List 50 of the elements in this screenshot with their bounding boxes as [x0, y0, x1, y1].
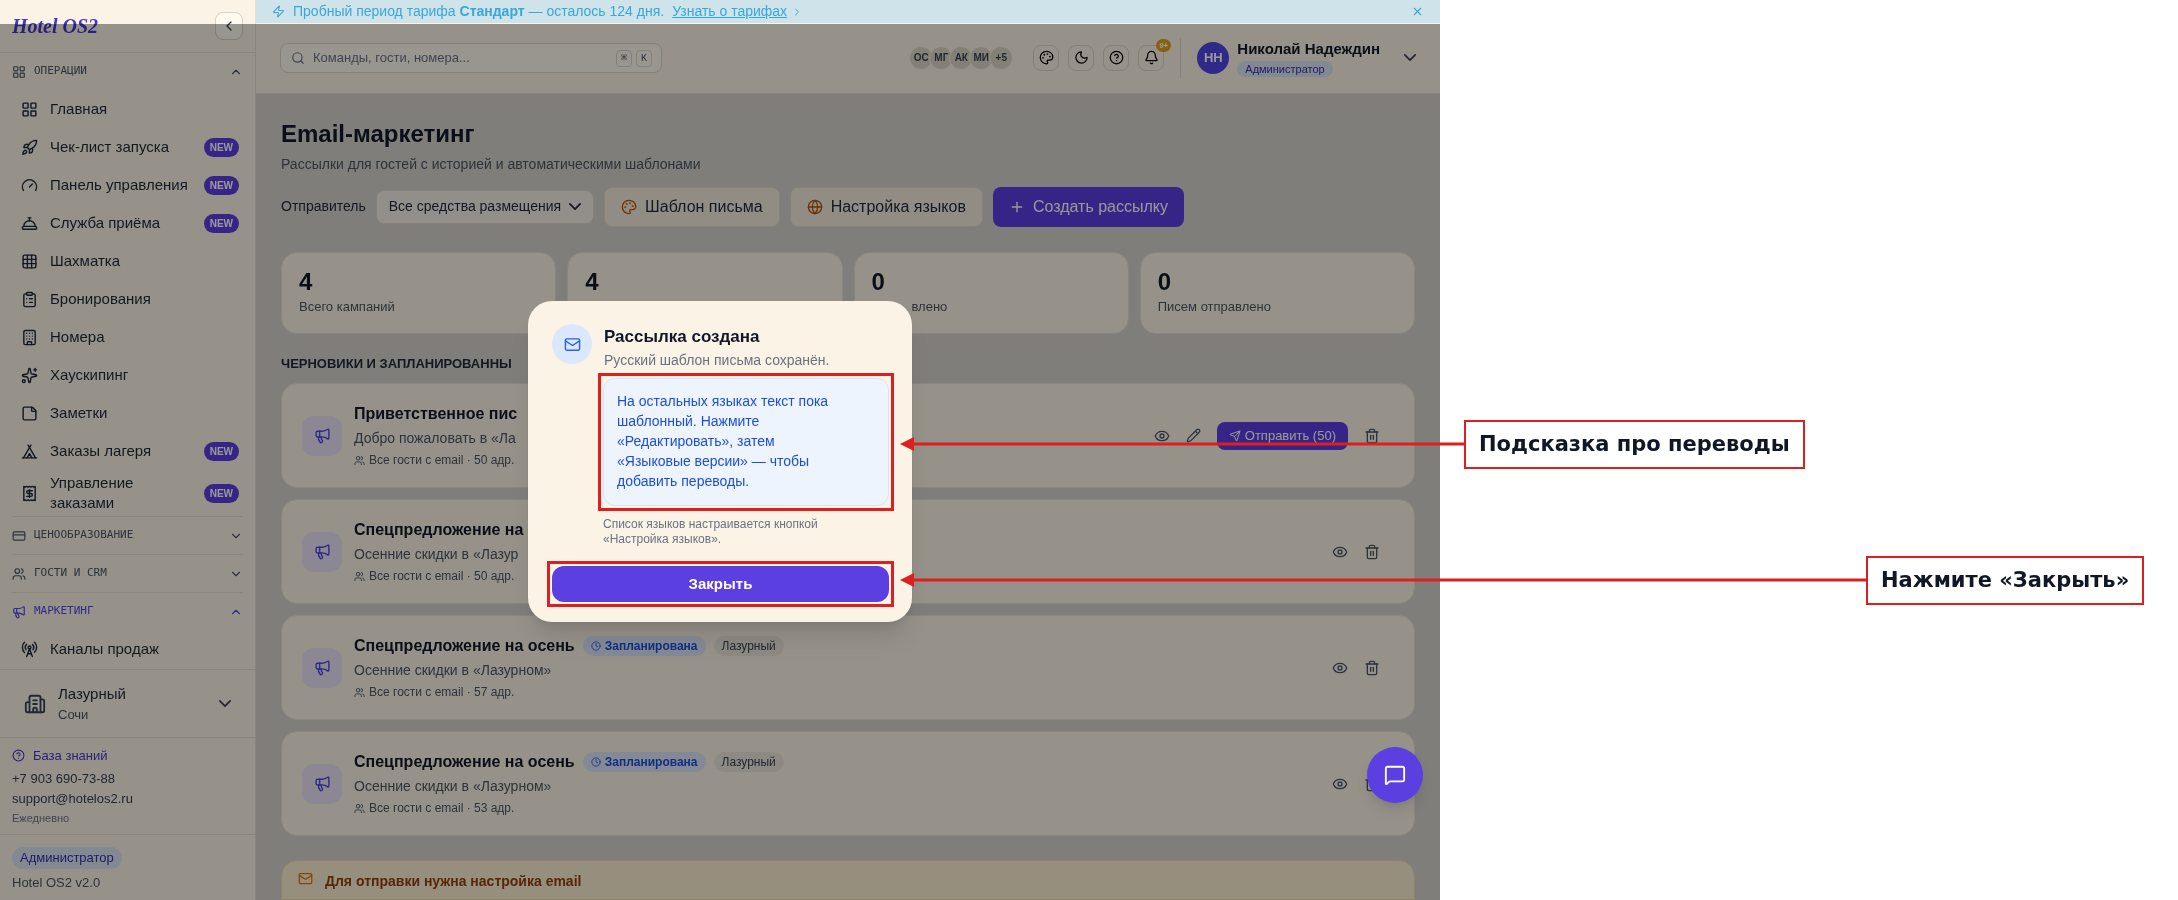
- campaign-subtitle: Осенние скидки в «Лазурном»: [354, 777, 552, 796]
- user-name: Николай Надеждин: [1237, 39, 1380, 60]
- dialog-title: Рассылка создана: [604, 327, 761, 347]
- campaign-meta: Все гости с email · 57 адр.: [354, 683, 515, 701]
- stat-value: 0: [1157, 266, 1173, 297]
- campaign-subtitle: Осенние скидки в «Лазур: [354, 545, 519, 564]
- phone-text: +7 903 690-73-88: [12, 769, 116, 788]
- new-badge: NEW: [203, 213, 239, 233]
- hours-text: Ежедневно: [12, 810, 71, 826]
- stat-value: 0: [871, 266, 886, 297]
- stat-value: 4: [299, 266, 314, 297]
- campaign-title: Спецпредложение на: [354, 520, 524, 540]
- campaign-title: Спецпредложение на осень: [354, 752, 575, 772]
- stat-label: Писем отправлено: [1157, 297, 1272, 316]
- page-title: Email-маркетинг: [281, 118, 476, 149]
- new-badge: NEW: [203, 441, 239, 461]
- key-hint: K: [636, 49, 652, 67]
- callout-label: Нажмите «Закрыть»: [1866, 556, 2145, 605]
- status-badge: Запланирована: [582, 636, 706, 656]
- translation-hint: На остальных языках текст пока шаблонный. Нажмите «Редактировать», затем «Языковые версии» — чтобы добавить переводы.: [603, 378, 889, 506]
- campaign-title: Приветственное пис: [354, 404, 518, 424]
- trial-banner-text: Пробный период тарифа Стандарт — осталось 124 дня.: [293, 2, 665, 22]
- email-text: support@hotelos2.ru: [12, 790, 134, 808]
- page-subtitle: Рассылки для гостей с историей и автоматическими шаблонами: [281, 154, 702, 174]
- stat-value: 4: [585, 266, 600, 297]
- sender-label: Отправитель: [281, 197, 366, 216]
- dialog-note: Список языков настраивается кнопкой «Настройка языков».: [603, 517, 819, 547]
- property-tag: Лазурный: [713, 636, 784, 656]
- notice-title: Для отправки нужна настройка email: [325, 872, 582, 891]
- campaign-subtitle: Осенние скидки в «Лазурном»: [354, 661, 552, 680]
- property-tag: Лазурный: [713, 752, 784, 772]
- new-badge: NEW: [203, 137, 239, 157]
- stat-label: Всего кампаний: [299, 297, 396, 316]
- key-hint: ⌘: [615, 49, 632, 67]
- campaign-title: Спецпредложение на осень: [354, 636, 575, 656]
- dialog-text: Русский шаблон письма сохранён.: [604, 351, 831, 369]
- campaign-meta: Все гости с email · 53 адр.: [354, 799, 515, 817]
- notification-count: 9+: [1156, 38, 1172, 52]
- status-badge: Запланирована: [582, 752, 706, 772]
- section-title: ЧЕРНОВИКИ И ЗАПЛАНИРОВАННЫ: [281, 354, 512, 373]
- version-text: Hotel OS2 v2.0: [12, 873, 101, 892]
- callout-label: Подсказка про переводы: [1464, 420, 1805, 469]
- role-badge: Администратор: [12, 847, 122, 869]
- campaign-meta: Все гости с email · 50 адр.: [354, 451, 515, 469]
- new-badge: NEW: [203, 483, 239, 503]
- campaign-meta: Все гости с email · 50 адр.: [354, 567, 515, 585]
- role-badge: Администратор: [1237, 60, 1333, 78]
- stat-label: влено: [911, 297, 949, 316]
- new-badge: NEW: [203, 175, 239, 195]
- campaign-subtitle: Добро пожаловать в «Ла: [354, 429, 516, 448]
